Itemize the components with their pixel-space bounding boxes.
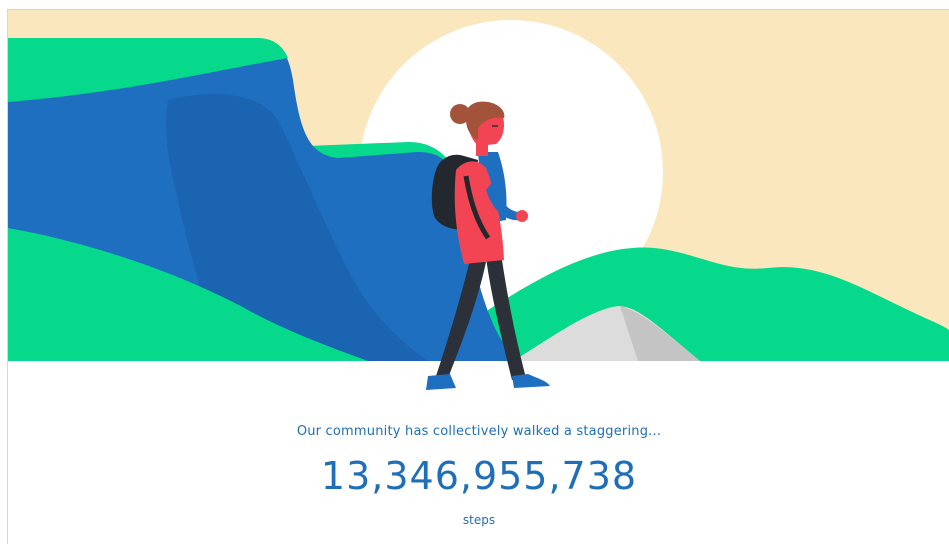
hiker-hand (516, 210, 528, 222)
steps-stats: Our community has collectively walked a … (8, 402, 949, 544)
steps-count: 13,346,955,738 (320, 454, 638, 498)
page-frame: Our community has collectively walked a … (7, 9, 949, 544)
hero-illustration (8, 10, 949, 402)
hero-svg (8, 10, 949, 402)
hiker-hair-bun (450, 104, 470, 124)
ground (8, 361, 949, 402)
stats-caption: Our community has collectively walked a … (296, 424, 662, 439)
steps-unit: steps (462, 513, 496, 527)
